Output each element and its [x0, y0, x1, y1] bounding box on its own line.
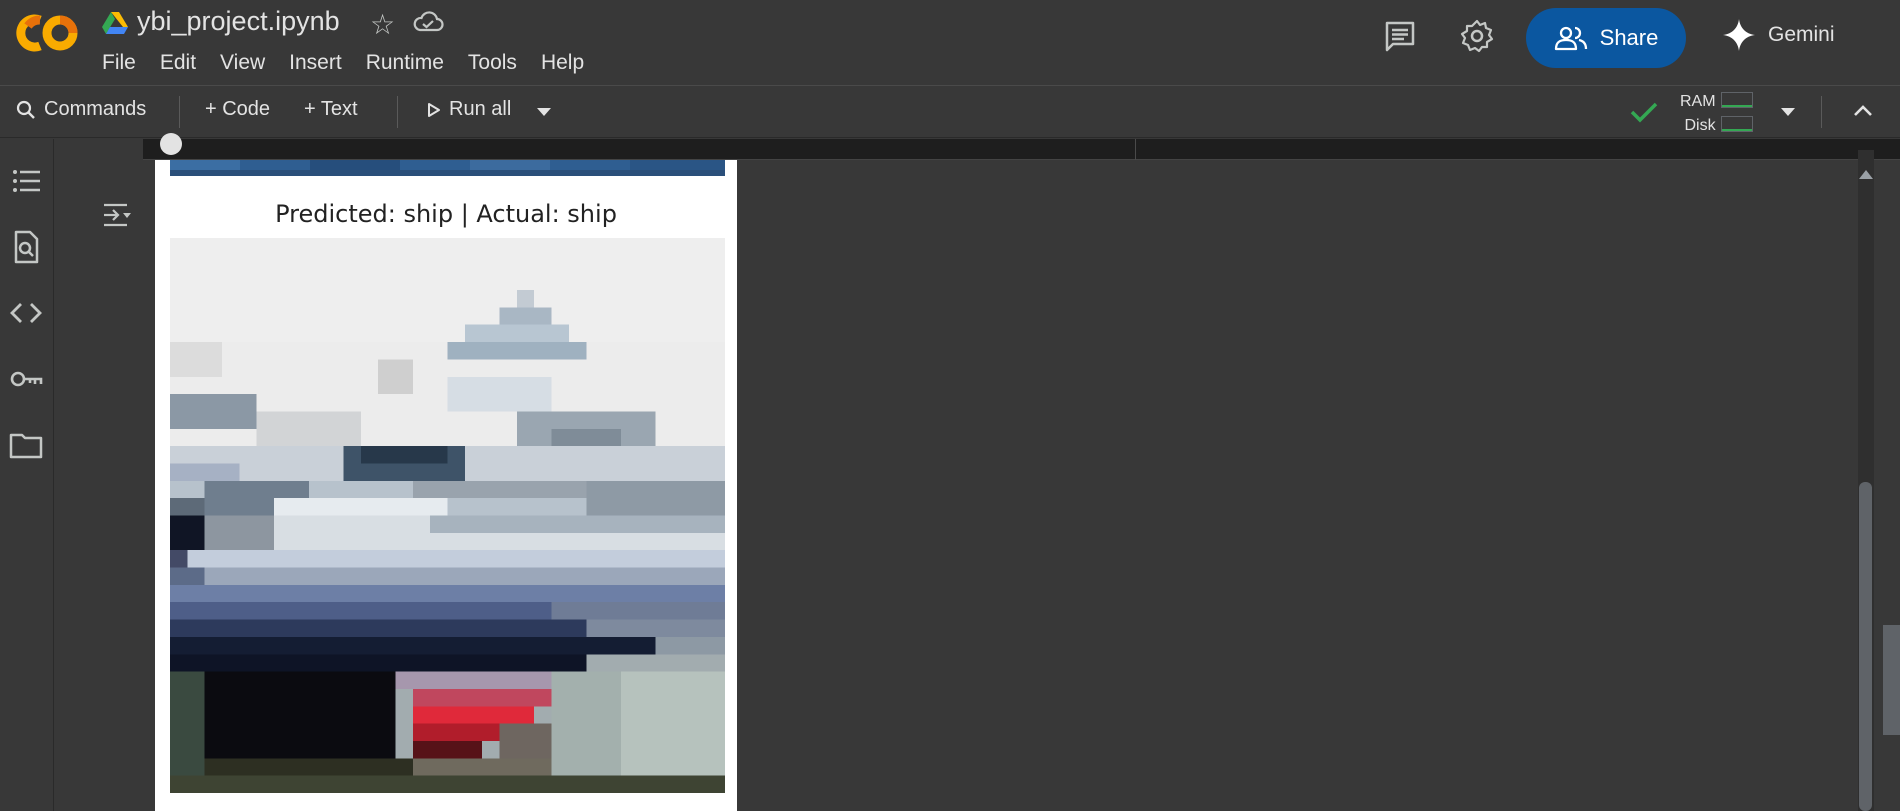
resources-dropdown-icon[interactable]	[1779, 106, 1797, 118]
gemini-sparkle-icon	[1723, 19, 1755, 51]
notebook-filename[interactable]: ybi_project.ipynb	[137, 6, 340, 37]
add-code-label: + Code	[205, 98, 271, 120]
commands-button[interactable]: Commands	[16, 98, 146, 121]
cell-header-strip	[143, 139, 1900, 160]
toolbar-divider	[397, 96, 398, 128]
toolbar-divider	[1821, 96, 1822, 128]
colab-logo-icon[interactable]	[12, 10, 82, 56]
ship-image	[170, 238, 725, 793]
star-icon[interactable]: ☆	[370, 8, 395, 41]
ram-meter	[1721, 92, 1753, 108]
ram-label: RAM	[1680, 93, 1716, 110]
header: ybi_project.ipynb ☆ File Edit View Inser…	[0, 0, 1900, 86]
menu-runtime[interactable]: Runtime	[366, 51, 444, 75]
cloud-saved-icon[interactable]	[412, 10, 444, 34]
left-sidebar	[0, 139, 54, 811]
scroll-up-arrow-icon[interactable]	[1859, 170, 1873, 179]
output-actions-icon[interactable]	[101, 199, 133, 231]
files-folder-icon[interactable]	[8, 427, 44, 463]
secrets-key-icon[interactable]	[8, 361, 44, 397]
connected-check-icon[interactable]	[1629, 100, 1659, 124]
resource-monitor[interactable]: RAM Disk	[1680, 90, 1716, 138]
share-label: Share	[1599, 25, 1659, 50]
search-icon	[16, 100, 35, 119]
previous-image-bottom-strip	[170, 160, 725, 176]
output-scrollbar-thumb[interactable]	[1859, 482, 1872, 811]
comments-icon[interactable]	[1382, 18, 1418, 54]
table-of-contents-icon[interactable]	[8, 163, 44, 199]
add-text-label: + Text	[304, 98, 358, 120]
run-cell-button[interactable]	[160, 133, 182, 155]
prediction-title: Predicted: ship | Actual: ship	[275, 200, 617, 228]
people-icon	[1554, 26, 1587, 51]
menu-edit[interactable]: Edit	[160, 51, 196, 75]
notebook-main: Predicted: ship | Actual: ship	[55, 133, 1900, 811]
run-options-dropdown-icon[interactable]	[535, 106, 553, 118]
toolbar-divider	[179, 96, 180, 128]
share-button[interactable]: Share	[1526, 8, 1686, 68]
menu-view[interactable]: View	[220, 51, 265, 75]
disk-label: Disk	[1684, 117, 1716, 134]
disk-meter	[1721, 116, 1753, 132]
add-text-button[interactable]: + Text	[304, 98, 358, 121]
chevron-up-icon[interactable]	[1852, 102, 1874, 118]
settings-gear-icon[interactable]	[1459, 18, 1495, 54]
menu-file[interactable]: File	[102, 51, 136, 75]
run-all-label: Run all	[449, 98, 512, 120]
run-all-button[interactable]: Run all	[427, 98, 511, 121]
page-scrollbar-thumb[interactable]	[1883, 625, 1900, 735]
play-icon	[428, 102, 440, 117]
google-drive-icon[interactable]	[102, 11, 128, 35]
cell-output: Predicted: ship | Actual: ship	[155, 160, 737, 811]
add-code-button[interactable]: + Code	[205, 98, 270, 121]
menu-help[interactable]: Help	[541, 51, 584, 75]
menu-tools[interactable]: Tools	[468, 51, 517, 75]
commands-label: Commands	[44, 98, 147, 120]
cell-divider	[1135, 139, 1136, 160]
gemini-label: Gemini	[1768, 23, 1835, 46]
menu-insert[interactable]: Insert	[289, 51, 342, 75]
gemini-button[interactable]: Gemini	[1722, 18, 1835, 52]
code-snippets-icon[interactable]	[8, 295, 44, 331]
find-icon[interactable]	[8, 229, 44, 265]
notebook-toolbar: Commands + Code + Text Run all RAM Disk	[0, 86, 1900, 138]
menubar: File Edit View Insert Runtime Tools Help	[102, 51, 608, 75]
